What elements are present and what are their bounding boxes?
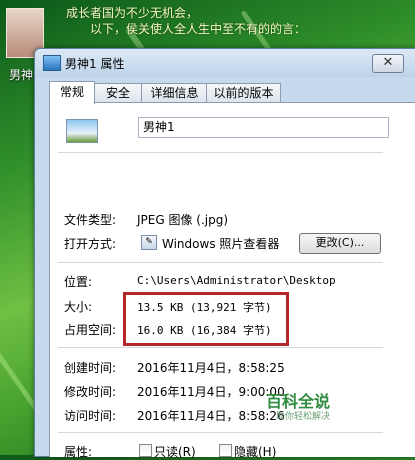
tab-general[interactable]: 常规 <box>49 81 95 104</box>
size-label: 大小: <box>64 300 93 314</box>
size-on-disk-label: 占用空间: <box>64 323 117 337</box>
file-name-input[interactable]: 男神1 <box>138 117 389 138</box>
divider <box>58 432 383 433</box>
desktop-icon-label[interactable]: 男神 <box>9 66 33 83</box>
modified-value: 2016年11月4日，9:00:00 <box>137 385 285 399</box>
modified-label: 修改时间: <box>64 385 117 399</box>
general-tab-panel: 男神1 文件类型: JPEG 图像 (.jpg) 打开方式: ✎ Windows… <box>49 102 415 460</box>
properties-window: 男神1 属性 ✕ 常规 安全 详细信息 以前的版本 男神1 文件类型: JPEG… <box>34 48 415 460</box>
size-highlight-box <box>123 292 289 346</box>
divider <box>58 152 383 153</box>
accessed-label: 访问时间: <box>64 409 117 423</box>
location-value: C:\Users\Administrator\Desktop <box>137 274 336 287</box>
image-file-icon <box>43 55 61 71</box>
tab-previous-versions[interactable]: 以前的版本 <box>206 83 281 102</box>
readonly-label[interactable]: 只读(R) <box>154 443 196 460</box>
wallpaper-text-line: 以下，侯关使人全人生中至不有的的言： <box>90 22 307 36</box>
image-thumbnail-icon <box>66 119 98 143</box>
close-button[interactable]: ✕ <box>372 54 404 73</box>
divider <box>58 262 383 263</box>
created-value: 2016年11月4日，8:58:25 <box>137 361 285 375</box>
file-type-value: JPEG 图像 (.jpg) <box>137 213 229 227</box>
opens-with-value: Windows 照片查看器 <box>162 237 280 251</box>
title-bar[interactable]: 男神1 属性 ✕ <box>35 49 415 77</box>
location-label: 位置: <box>64 275 93 289</box>
wallpaper-text-line: 成长者国为不少无机会， <box>66 6 199 20</box>
change-button[interactable]: 更改(C)... <box>299 233 381 254</box>
divider <box>58 347 383 348</box>
opens-with-label: 打开方式: <box>64 237 117 251</box>
tab-details[interactable]: 详细信息 <box>141 83 208 102</box>
hidden-checkbox[interactable] <box>219 444 232 457</box>
photo-viewer-icon: ✎ <box>141 235 157 250</box>
attributes-label: 属性: <box>64 445 93 459</box>
created-label: 创建时间: <box>64 361 117 375</box>
hidden-label[interactable]: 隐藏(H) <box>234 443 276 460</box>
window-title: 男神1 属性 <box>65 57 125 71</box>
file-type-label: 文件类型: <box>64 213 117 227</box>
watermark-subtitle: 助你轻松解决 <box>276 412 331 422</box>
readonly-checkbox[interactable] <box>139 444 152 457</box>
accessed-value: 2016年11月4日，8:58:26 <box>137 409 285 423</box>
tab-security[interactable]: 安全 <box>93 83 143 102</box>
